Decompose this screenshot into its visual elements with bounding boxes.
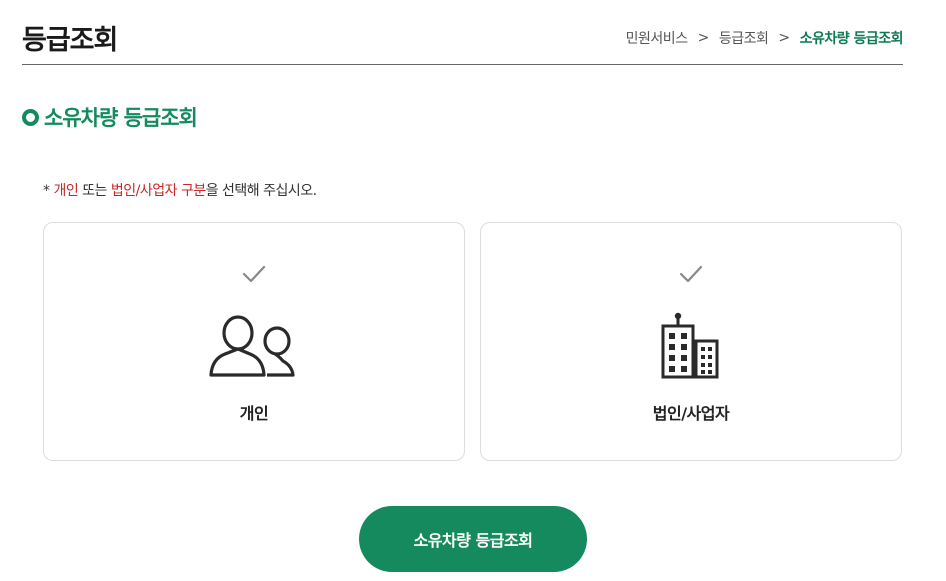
breadcrumb: 민원서비스 > 등급조회 > 소유차량 등급조회 bbox=[626, 28, 904, 48]
section-title-text: 소유차량 등급조회 bbox=[44, 106, 198, 130]
breadcrumb-item-grade-inquiry[interactable]: 등급조회 bbox=[719, 28, 769, 48]
notice-middle: 또는 bbox=[78, 183, 111, 199]
breadcrumb-item-civil-service[interactable]: 민원서비스 bbox=[626, 28, 688, 48]
option-label-personal: 개인 bbox=[239, 404, 269, 423]
option-card-personal[interactable]: 개인 bbox=[43, 222, 465, 461]
section-title: 소유차량 등급조회 bbox=[22, 102, 198, 132]
notice-highlight-personal: 개인 bbox=[53, 183, 79, 199]
grade-inquiry-submit-button[interactable]: 소유차량 등급조회 bbox=[359, 506, 587, 572]
option-card-corporate[interactable]: 법인/사업자 bbox=[480, 222, 902, 461]
breadcrumb-item-current: 소유차량 등급조회 bbox=[799, 31, 904, 47]
building-icon bbox=[661, 312, 719, 379]
notice-suffix: 을 선택해 주십시오. bbox=[205, 183, 317, 199]
check-icon bbox=[242, 265, 266, 283]
title-divider bbox=[22, 64, 903, 65]
breadcrumb-separator: > bbox=[697, 30, 710, 46]
selection-notice: * 개인 또는 법인/사업자 구분을 선택해 주십시오. bbox=[43, 180, 317, 200]
notice-prefix: * bbox=[43, 183, 54, 199]
check-icon bbox=[679, 265, 703, 283]
breadcrumb-separator: > bbox=[778, 30, 790, 46]
option-label-corporate: 법인/사업자 bbox=[652, 404, 730, 423]
page-title: 등급조회 bbox=[22, 25, 118, 56]
people-icon bbox=[209, 315, 295, 377]
circle-bullet-icon bbox=[22, 108, 39, 126]
notice-highlight-corporate: 법인/사업자 구분 bbox=[110, 183, 206, 199]
